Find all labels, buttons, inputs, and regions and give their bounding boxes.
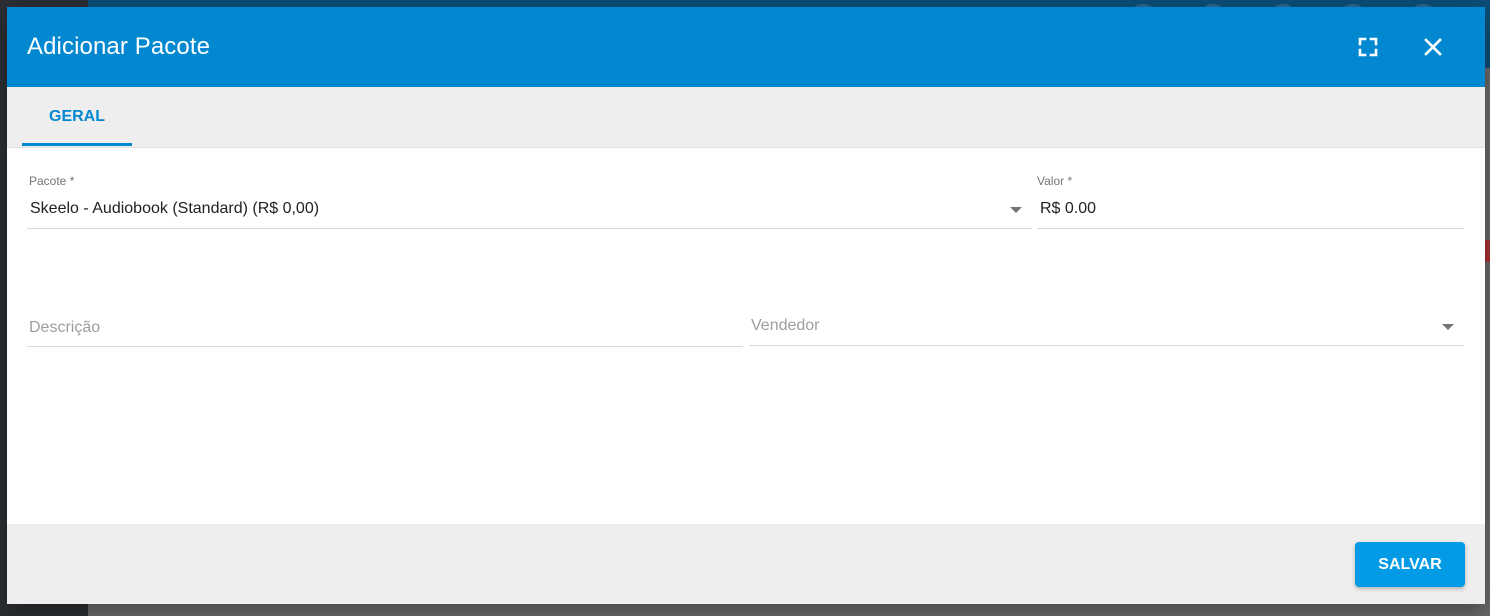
vendedor-select[interactable]: Vendedor — [749, 298, 1464, 346]
pacote-value: Skeelo - Audiobook (Standard) (R$ 0,00) — [30, 200, 320, 217]
chevron-down-icon — [1010, 207, 1022, 213]
tab-geral[interactable]: GERAL — [22, 87, 132, 146]
descricao-placeholder: Descrição — [29, 319, 101, 336]
active-tab-indicator — [22, 143, 132, 146]
dialog-footer: SALVAR — [7, 524, 1485, 604]
dialog-header: Adicionar Pacote — [7, 7, 1485, 87]
valor-input[interactable]: Valor * R$ 0.00 — [1037, 168, 1464, 229]
tab-bar: GERAL — [7, 87, 1485, 148]
close-icon — [1424, 38, 1442, 56]
descricao-input[interactable]: Descrição — [27, 298, 743, 347]
chevron-down-icon — [1442, 324, 1454, 330]
save-button[interactable]: SALVAR — [1355, 542, 1465, 587]
dialog-title: Adicionar Pacote — [27, 33, 211, 60]
fullscreen-icon — [1358, 37, 1378, 57]
pacote-label: Pacote * — [29, 174, 75, 188]
pacote-select[interactable]: Pacote * Skeelo - Audiobook (Standard) (… — [27, 168, 1032, 229]
add-package-dialog: Adicionar Pacote GERAL Pacote * Skeelo -… — [7, 7, 1485, 604]
valor-label: Valor * — [1037, 174, 1073, 188]
form-content: Pacote * Skeelo - Audiobook (Standard) (… — [7, 148, 1485, 524]
vendedor-placeholder: Vendedor — [751, 317, 820, 334]
close-button[interactable] — [1417, 31, 1449, 63]
fullscreen-button[interactable] — [1352, 31, 1384, 63]
tab-label: GERAL — [49, 107, 105, 125]
valor-value: R$ 0.00 — [1040, 200, 1097, 217]
